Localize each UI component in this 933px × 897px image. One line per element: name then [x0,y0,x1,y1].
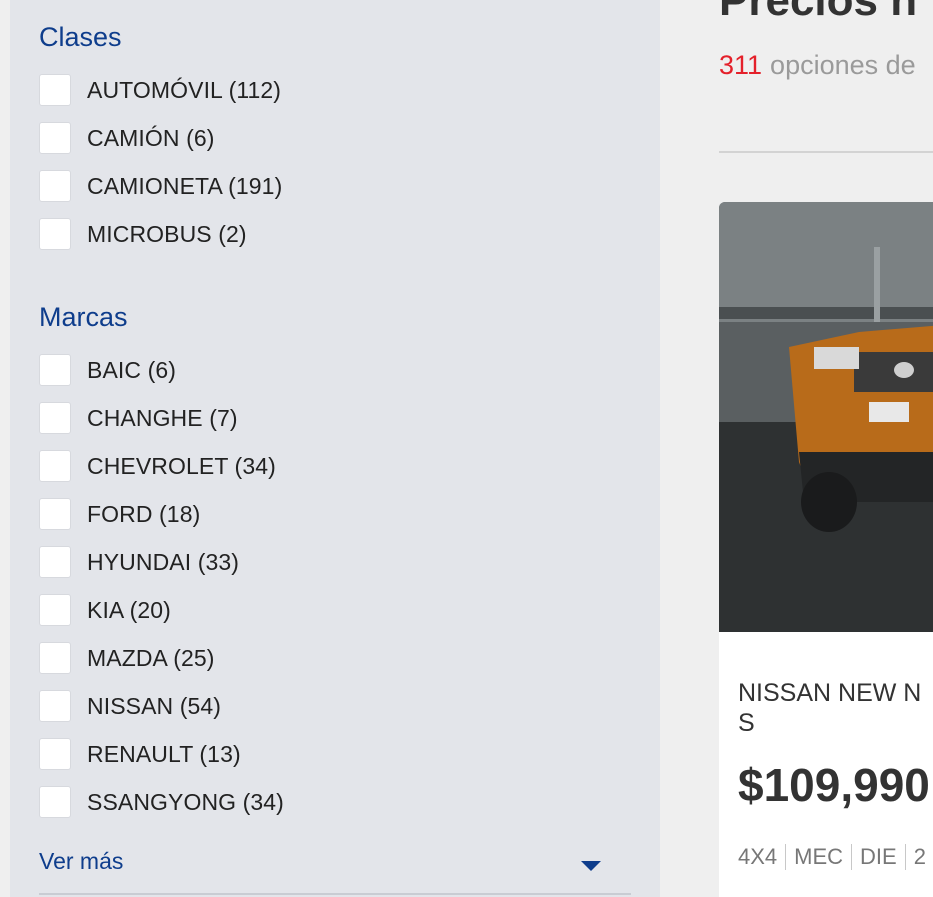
divider [719,151,933,153]
results-count: 311 [719,50,763,80]
checkbox[interactable] [39,738,71,770]
vehicle-price: $109,990 [738,759,930,811]
filter-label: BAIC (6) [87,356,176,383]
filter-class-microbus[interactable]: MICROBUS (2) [39,218,247,250]
filter-label: MAZDA (25) [87,644,215,671]
checkbox[interactable] [39,74,71,106]
vehicle-title[interactable]: NISSAN NEW N S [738,678,933,738]
filter-brand-ssangyong[interactable]: SSANGYONG (34) [39,786,284,818]
filter-label: FORD (18) [87,500,201,527]
spec-extra: 2 [904,844,933,870]
filter-class-automovil[interactable]: AUTOMÓVIL (112) [39,74,281,106]
filter-label: HYUNDAI (33) [87,548,240,575]
filter-label: KIA (20) [87,596,171,623]
checkbox[interactable] [39,354,71,386]
filter-brand-mazda[interactable]: MAZDA (25) [39,642,215,674]
filter-brand-ford[interactable]: FORD (18) [39,498,200,530]
checkbox[interactable] [39,594,71,626]
spec-fuel: DIE [851,844,905,870]
classes-heading: Clases [39,22,122,52]
page-title: Precios n [719,0,918,25]
vehicle-specs: 4X4 MEC DIE 2 [738,844,933,870]
checkbox[interactable] [39,546,71,578]
filter-label: CHANGHE (7) [87,404,238,431]
filter-label: CAMIONETA (191) [87,172,283,199]
filter-brand-kia[interactable]: KIA (20) [39,594,171,626]
filter-brand-hyundai[interactable]: HYUNDAI (33) [39,546,239,578]
filter-label: RENAULT (13) [87,740,241,767]
ver-mas-label: Ver más [39,847,124,874]
filter-brand-changhe[interactable]: CHANGHE (7) [39,402,238,434]
filter-brand-nissan[interactable]: NISSAN (54) [39,690,221,722]
checkbox[interactable] [39,498,71,530]
ver-mas-toggle[interactable]: Ver más [39,844,601,878]
filter-label: CAMIÓN (6) [87,124,215,151]
filter-label: MICROBUS (2) [87,220,247,247]
checkbox[interactable] [39,402,71,434]
spec-traction: 4X4 [738,844,778,869]
filter-sidebar: Clases AUTOMÓVIL (112) CAMIÓN (6) CAMION… [10,0,660,897]
checkbox[interactable] [39,450,71,482]
vehicle-card[interactable]: NISSAN NEW N S $109,990 4X4 MEC DIE 2 [719,202,933,897]
checkbox[interactable] [39,786,71,818]
results-summary: 311 opciones de [719,50,916,81]
filter-class-camion[interactable]: CAMIÓN (6) [39,122,215,154]
filter-brand-chevrolet[interactable]: CHEVROLET (34) [39,450,276,482]
checkbox[interactable] [39,218,71,250]
vehicle-title-line1: NISSAN NEW N [738,679,922,707]
checkbox[interactable] [39,122,71,154]
filter-label: AUTOMÓVIL (112) [87,76,282,103]
divider [39,893,631,895]
filter-label: CHEVROLET (34) [87,452,276,479]
results-text: opciones de [770,50,916,80]
filter-brand-baic[interactable]: BAIC (6) [39,354,176,386]
page: Clases AUTOMÓVIL (112) CAMIÓN (6) CAMION… [0,0,933,897]
vehicle-photo [719,202,933,632]
vehicle-title-line2: S [738,709,755,737]
checkbox[interactable] [39,642,71,674]
brands-heading: Marcas [39,302,128,332]
filter-label: SSANGYONG (34) [87,788,284,815]
vehicle-image[interactable] [719,202,933,632]
checkbox[interactable] [39,690,71,722]
checkbox[interactable] [39,170,71,202]
chevron-down-icon [581,861,601,871]
filter-class-camioneta[interactable]: CAMIONETA (191) [39,170,282,202]
filter-brand-renault[interactable]: RENAULT (13) [39,738,241,770]
filter-label: NISSAN (54) [87,692,222,719]
spec-transmission: MEC [785,844,851,870]
